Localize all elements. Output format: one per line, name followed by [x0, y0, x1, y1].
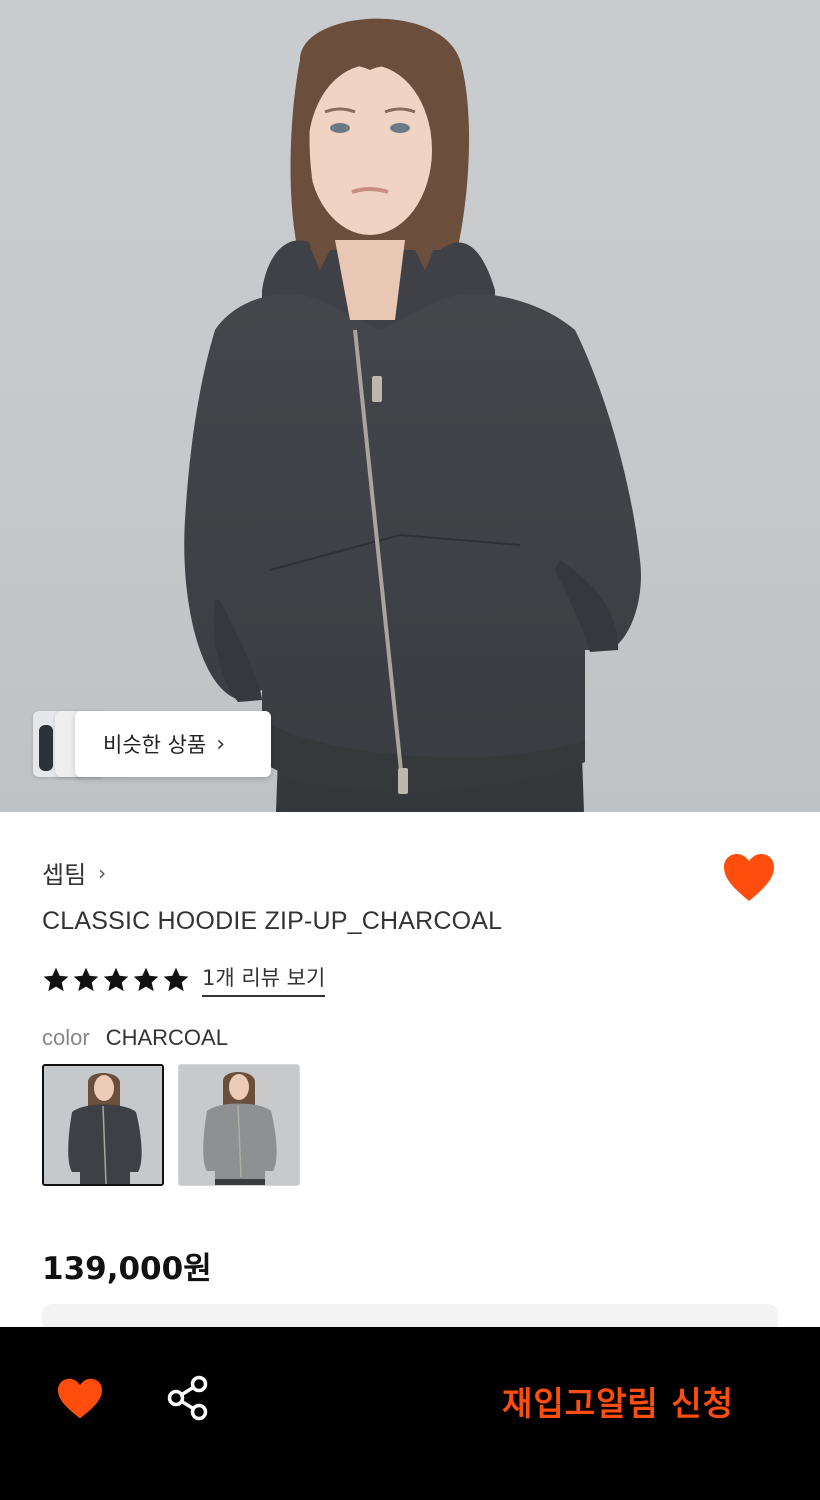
- heart-icon[interactable]: [56, 1377, 104, 1421]
- color-label: color: [42, 1025, 90, 1050]
- star-icon: [103, 967, 129, 991]
- share-icon[interactable]: [166, 1375, 210, 1421]
- swatch-gray[interactable]: [178, 1064, 300, 1186]
- similar-products-label: 비슷한 상품: [103, 733, 207, 757]
- product-detail-page: 비슷한 상품 › 셉팀 › CLASSIC HOODIE ZIP-UP_CHAR…: [0, 0, 820, 1500]
- brand-link[interactable]: 셉팀 ›: [42, 855, 106, 890]
- view-reviews-link[interactable]: 1개 리뷰 보기: [202, 962, 326, 997]
- swatch-image: [44, 1066, 162, 1184]
- chevron-right-icon: ›: [216, 731, 226, 757]
- chevron-right-icon: ›: [98, 860, 107, 885]
- star-icon: [43, 967, 69, 991]
- similar-products-widget[interactable]: 비슷한 상품 ›: [33, 711, 273, 777]
- similar-products-button[interactable]: 비슷한 상품 ›: [75, 711, 271, 777]
- product-title: CLASSIC HOODIE ZIP-UP_CHARCOAL: [42, 907, 503, 935]
- star-icon: [133, 967, 159, 991]
- brand-name: 셉팀: [42, 861, 87, 889]
- bottom-action-bar: 재입고알림 신청: [0, 1327, 820, 1500]
- rating-row: 1개 리뷰 보기: [42, 962, 326, 997]
- heart-icon[interactable]: [722, 852, 776, 904]
- star-icon: [163, 967, 189, 991]
- color-swatches: [42, 1064, 300, 1186]
- hero-photo: [184, 18, 641, 812]
- swatch-charcoal[interactable]: [42, 1064, 164, 1186]
- product-price: 139,000원: [42, 1251, 212, 1287]
- restock-alert-button[interactable]: 재입고알림 신청: [502, 1377, 734, 1425]
- star-icon: [73, 967, 99, 991]
- selected-color-value: CHARCOAL: [105, 1025, 228, 1050]
- swatch-image: [179, 1065, 299, 1185]
- star-rating: [42, 966, 190, 994]
- color-selector-label: color CHARCOAL: [42, 1025, 228, 1051]
- product-hero-image[interactable]: 비슷한 상품 ›: [0, 0, 820, 812]
